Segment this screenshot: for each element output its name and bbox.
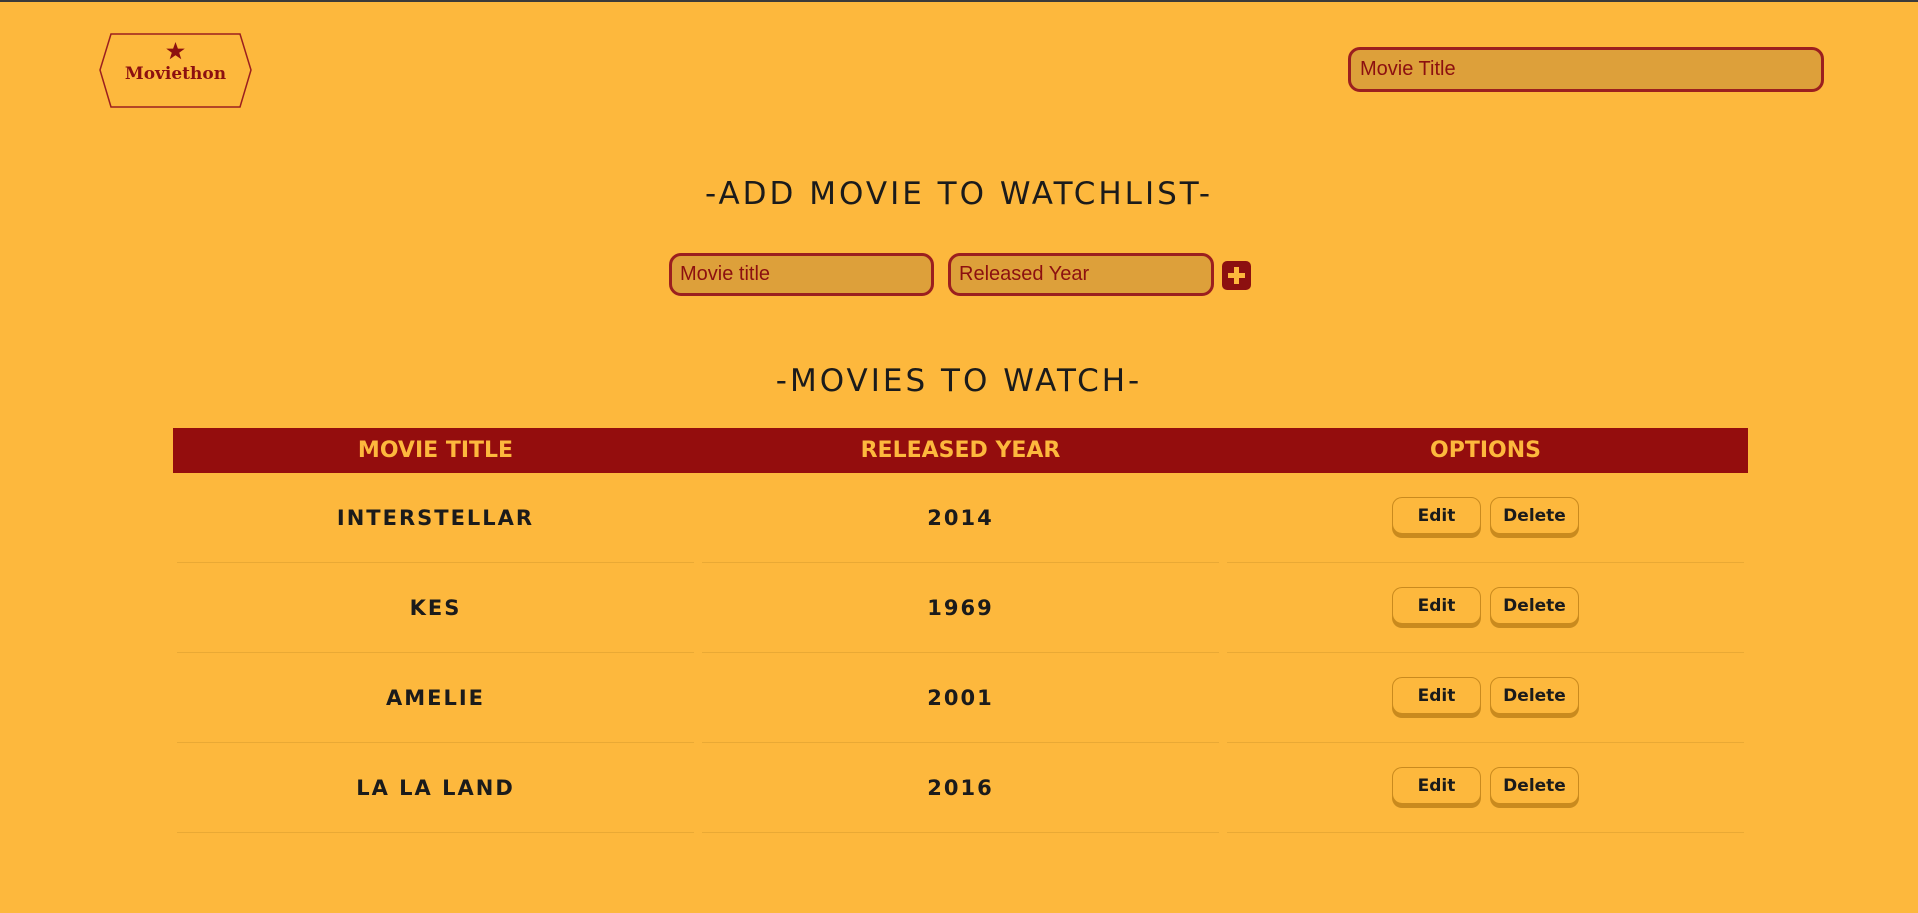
logo[interactable]: Moviethon — [99, 33, 252, 108]
delete-button[interactable]: Delete — [1490, 677, 1579, 714]
options-cell: Edit Delete — [1227, 743, 1744, 833]
movies-to-watch-heading: -MOVIES TO WATCH- — [775, 363, 1143, 399]
table-row: INTERSTELLAR 2014 Edit Delete — [173, 473, 1748, 563]
logo-text: Moviethon — [124, 64, 227, 84]
edit-button[interactable]: Edit — [1392, 497, 1481, 534]
released-year-cell: 2014 — [702, 473, 1219, 563]
movie-title-cell: LA LA LAND — [177, 743, 694, 833]
options-cell: Edit Delete — [1227, 563, 1744, 653]
add-movie-button[interactable] — [1222, 261, 1251, 290]
edit-button[interactable]: Edit — [1392, 587, 1481, 624]
plus-icon-stroke — [1234, 267, 1239, 284]
table-row: LA LA LAND 2016 Edit Delete — [173, 743, 1748, 833]
edit-button[interactable]: Edit — [1392, 677, 1481, 714]
add-movie-heading: -ADD MOVIE TO WATCHLIST- — [704, 176, 1214, 212]
options-cell: Edit Delete — [1227, 473, 1744, 563]
movie-title-input[interactable] — [669, 253, 934, 296]
column-header-year: RELEASED YEAR — [860, 438, 1061, 463]
column-header-options: OPTIONS — [1430, 438, 1541, 463]
star-icon — [166, 42, 185, 60]
movie-title-cell: AMELIE — [177, 653, 694, 743]
released-year-cell: 2016 — [702, 743, 1219, 833]
watchlist-table: MOVIE TITLE RELEASED YEAR OPTIONS INTERS… — [173, 428, 1748, 833]
released-year-input[interactable] — [948, 253, 1214, 296]
delete-button[interactable]: Delete — [1490, 587, 1579, 624]
released-year-cell: 1969 — [702, 563, 1219, 653]
table-row: KES 1969 Edit Delete — [173, 563, 1748, 653]
movie-title-cell: INTERSTELLAR — [177, 473, 694, 563]
search-input[interactable] — [1348, 47, 1824, 92]
table-row: AMELIE 2001 Edit Delete — [173, 653, 1748, 743]
delete-button[interactable]: Delete — [1490, 497, 1579, 534]
delete-button[interactable]: Delete — [1490, 767, 1579, 804]
released-year-cell: 2001 — [702, 653, 1219, 743]
movie-title-cell: KES — [177, 563, 694, 653]
options-cell: Edit Delete — [1227, 653, 1744, 743]
edit-button[interactable]: Edit — [1392, 767, 1481, 804]
column-header-title: MOVIE TITLE — [357, 438, 514, 463]
table-header: MOVIE TITLE RELEASED YEAR OPTIONS — [173, 428, 1748, 473]
